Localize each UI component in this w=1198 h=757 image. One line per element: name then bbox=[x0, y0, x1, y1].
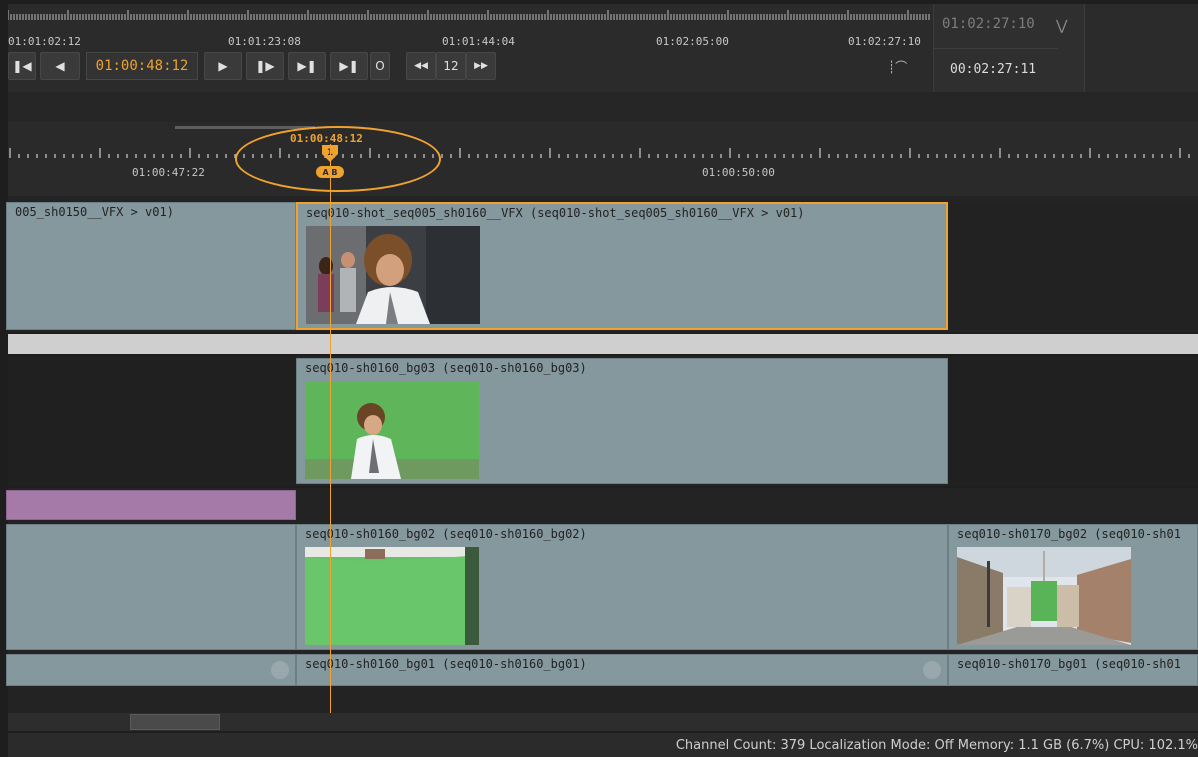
timeline-ruler[interactable]: 01:00:47:22 01:00:50:00 01:00:48:12 1 A … bbox=[8, 122, 1198, 196]
rewind-icon: ◀◀ bbox=[414, 61, 428, 71]
scrollbar-thumb[interactable] bbox=[130, 714, 220, 730]
current-timecode-field[interactable]: 01:00:48:12 bbox=[86, 52, 198, 80]
timecode-panel: 01:02:27:10 ⋁ 00:02:27:11 bbox=[933, 4, 1085, 92]
mini-timeline-ruler[interactable]: 01:01:02:12 01:01:23:08 01:01:44:04 01:0… bbox=[8, 8, 932, 48]
out-point-label: O bbox=[375, 59, 385, 73]
status-bar: Channel Count: 379 Localization Mode: Of… bbox=[8, 733, 1198, 757]
clip-sh0170-bg02[interactable]: seq010-sh0170_bg02 (seq010-sh01 bbox=[948, 524, 1198, 650]
fast-forward-icon: ▶▶ bbox=[474, 61, 488, 71]
street-thumbnail bbox=[957, 547, 1131, 645]
step-forward-icon: ❚▶ bbox=[255, 59, 275, 73]
playhead-line[interactable] bbox=[330, 144, 331, 714]
step-back-button[interactable]: ◀ bbox=[40, 52, 80, 80]
audio-icon bbox=[923, 661, 941, 679]
mini-ruler-timecode: 01:02:05:00 bbox=[656, 35, 729, 48]
mini-ruler-ticks bbox=[8, 10, 930, 20]
clip-sh0170-bg01[interactable]: seq010-sh0170_bg01 (seq010-sh01 bbox=[948, 654, 1198, 686]
frame-forward-button[interactable]: ▶▶ bbox=[466, 52, 496, 80]
clip-name: seq010-sh0160_bg02 (seq010-sh0160_bg02) bbox=[305, 527, 587, 541]
clip-name: seq010-sh0170_bg02 (seq010-sh01 bbox=[957, 527, 1181, 541]
empty-track-region bbox=[8, 356, 296, 486]
step-back-icon: ◀ bbox=[55, 59, 65, 73]
next-edit-button[interactable]: ▶❚ bbox=[288, 52, 326, 80]
clip-bg02[interactable]: seq010-sh0160_bg02 (seq010-sh0160_bg02) bbox=[296, 524, 948, 650]
play-icon: ▶ bbox=[218, 59, 228, 73]
go-to-end-button[interactable]: ▶❚ bbox=[330, 52, 368, 80]
mini-ruler-timecode: 01:02:27:10 bbox=[848, 35, 921, 48]
boy-street-thumbnail bbox=[306, 226, 480, 324]
empty-track-region bbox=[948, 202, 1198, 330]
clip-name: seq010-sh0160_bg01 (seq010-sh0160_bg01) bbox=[305, 657, 587, 671]
clip-name: seq010-shot_seq005_sh0160__VFX (seq010-s… bbox=[306, 206, 805, 220]
viewer-controls: 01:01:02:12 01:01:23:08 01:01:44:04 01:0… bbox=[8, 4, 1198, 92]
mini-ruler-timecode: 01:01:02:12 bbox=[8, 35, 81, 48]
track-divider bbox=[8, 334, 1198, 354]
double-chevron-down-icon[interactable]: ⋁ bbox=[1056, 18, 1067, 34]
clip-bg01-prev[interactable] bbox=[6, 654, 296, 686]
previous-edit-button[interactable]: ❚◀ bbox=[8, 52, 36, 80]
clip-name: seq010-sh0170_bg01 (seq010-sh01 bbox=[957, 657, 1181, 671]
previous-edit-icon: ❚◀ bbox=[12, 59, 32, 73]
end-timecode: 01:02:27:10 bbox=[942, 16, 1035, 32]
ruler-timecode: 01:00:47:22 bbox=[132, 166, 205, 179]
go-to-end-icon: ▶❚ bbox=[339, 59, 359, 73]
clip-purple[interactable] bbox=[6, 490, 296, 520]
duration-icon: ┊⌒ bbox=[888, 60, 908, 74]
clip-vfx-sh0160[interactable]: seq010-shot_seq005_sh0160__VFX (seq010-s… bbox=[296, 202, 948, 330]
audio-icon bbox=[271, 661, 289, 679]
frame-increment-field[interactable]: 12 bbox=[436, 52, 466, 80]
toolbar-spacer bbox=[8, 92, 1198, 122]
status-text: Channel Count: 379 Localization Mode: Of… bbox=[675, 738, 1198, 753]
empty-track-region bbox=[948, 356, 1198, 486]
timecode-divider bbox=[934, 48, 1058, 49]
play-button[interactable]: ▶ bbox=[204, 52, 242, 80]
ruler-timecode: 01:00:50:00 bbox=[702, 166, 775, 179]
clip-bg03[interactable]: seq010-sh0160_bg03 (seq010-sh0160_bg03) bbox=[296, 358, 948, 484]
playhead-highlight-ring bbox=[235, 126, 441, 192]
duration-timecode: 00:02:27:11 bbox=[950, 62, 1037, 77]
clip-name: seq010-sh0160_bg03 (seq010-sh0160_bg03) bbox=[305, 361, 587, 375]
track-bg01: seq010-sh0160_bg01 (seq010-sh0160_bg01) … bbox=[6, 652, 1198, 688]
clip-name: 005_sh0150__VFX > v01) bbox=[15, 205, 174, 219]
mini-ruler-timecode: 01:01:23:08 bbox=[228, 35, 301, 48]
track-bg02: seq010-sh0160_bg02 (seq010-sh0160_bg02) … bbox=[6, 522, 1198, 652]
track-purple bbox=[6, 488, 1198, 522]
clip-bg02-prev[interactable] bbox=[6, 524, 296, 650]
horizontal-scrollbar[interactable] bbox=[8, 713, 1198, 731]
track-empty bbox=[8, 688, 1198, 713]
out-point-button[interactable]: O bbox=[370, 52, 390, 80]
frame-back-button[interactable]: ◀◀ bbox=[406, 52, 436, 80]
step-forward-button[interactable]: ❚▶ bbox=[246, 52, 284, 80]
track-vfx: 005_sh0150__VFX > v01) seq010-shot_seq00… bbox=[6, 202, 1198, 332]
track-bg03: seq010-sh0160_bg03 (seq010-sh0160_bg03) bbox=[8, 356, 1198, 486]
boy-greenscreen-thumbnail bbox=[305, 381, 479, 479]
mini-ruler-timecode: 01:01:44:04 bbox=[442, 35, 515, 48]
frame-increment-value: 12 bbox=[443, 59, 459, 73]
clip-vfx-sh0150[interactable]: 005_sh0150__VFX > v01) bbox=[6, 202, 296, 330]
next-edit-icon: ▶❚ bbox=[297, 59, 317, 73]
greenscreen-thumbnail bbox=[305, 547, 479, 645]
clip-bg01[interactable]: seq010-sh0160_bg01 (seq010-sh0160_bg01) bbox=[296, 654, 948, 686]
